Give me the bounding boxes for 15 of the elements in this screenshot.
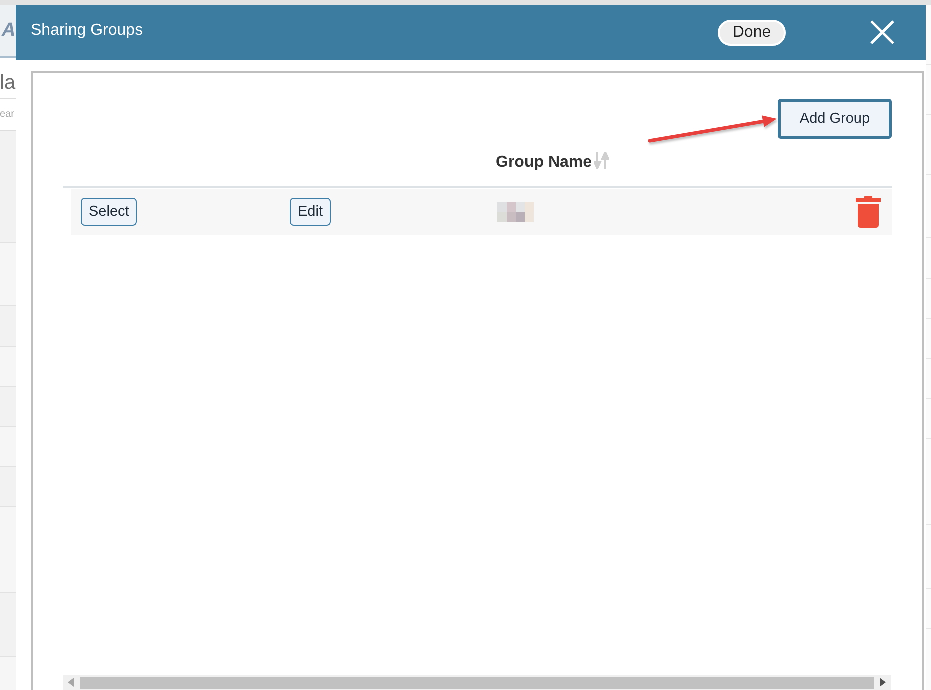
select-button[interactable]: Select xyxy=(81,198,138,226)
close-icon[interactable] xyxy=(870,20,895,45)
trash-icon[interactable] xyxy=(856,196,881,228)
edit-button[interactable]: Edit xyxy=(290,198,331,226)
column-header[interactable]: Group Name xyxy=(496,154,592,172)
add-group-button[interactable]: Add Group xyxy=(778,99,892,139)
background-page-text: A xyxy=(2,20,16,42)
background-page-text: ear xyxy=(0,109,14,120)
done-button[interactable]: Done xyxy=(718,20,786,46)
scroll-right-icon[interactable] xyxy=(880,678,886,687)
blurred-name-placeholder xyxy=(497,202,534,222)
scrollbar-thumb[interactable] xyxy=(80,676,874,688)
dialog-title: Sharing Groups xyxy=(31,22,144,40)
scroll-left-icon[interactable] xyxy=(68,678,74,687)
background-page-text: la xyxy=(0,72,16,95)
